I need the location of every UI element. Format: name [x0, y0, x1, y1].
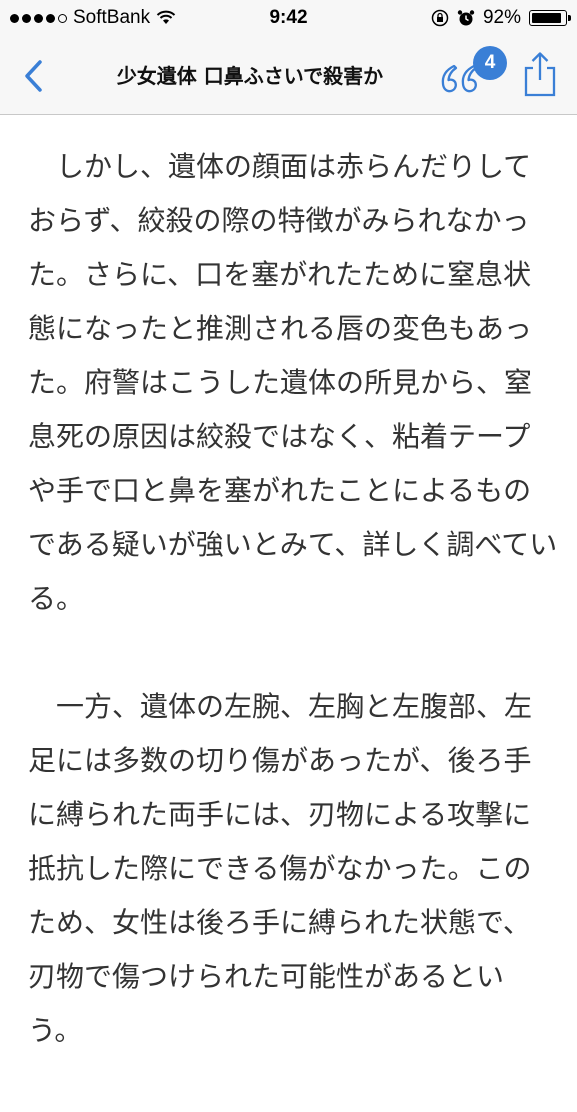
rotation-lock-icon	[431, 9, 449, 27]
comment-count-badge: 4	[473, 46, 507, 80]
article-paragraph: 一方、遺体の左腕、左胸と左腹部、左足には多数の切り傷があったが、後ろ手に縛られた…	[28, 690, 533, 1047]
status-right: 92%	[431, 7, 571, 29]
share-icon	[524, 52, 556, 97]
back-button[interactable]	[20, 58, 50, 94]
chevron-left-icon	[25, 60, 42, 92]
battery-icon	[529, 10, 571, 26]
share-button[interactable]	[522, 50, 558, 98]
alarm-icon	[457, 10, 475, 26]
battery-percent: 92%	[482, 7, 521, 28]
status-bar: SoftBank 9:42 92%	[0, 0, 577, 38]
page-title: 少女遺体 口鼻ふさいで殺害か	[116, 64, 384, 88]
article-paragraph: しかし、遺体の顔面は赤らんだりしておらず、絞殺の際の特徴がみられなかった。さらに…	[28, 150, 558, 615]
article-body: しかし、遺体の顔面は赤らんだりしておらず、絞殺の際の特徴がみられなかった。さらに…	[28, 140, 558, 1112]
navigation-bar: 少女遺体 口鼻ふさいで殺害か 4	[0, 38, 577, 115]
